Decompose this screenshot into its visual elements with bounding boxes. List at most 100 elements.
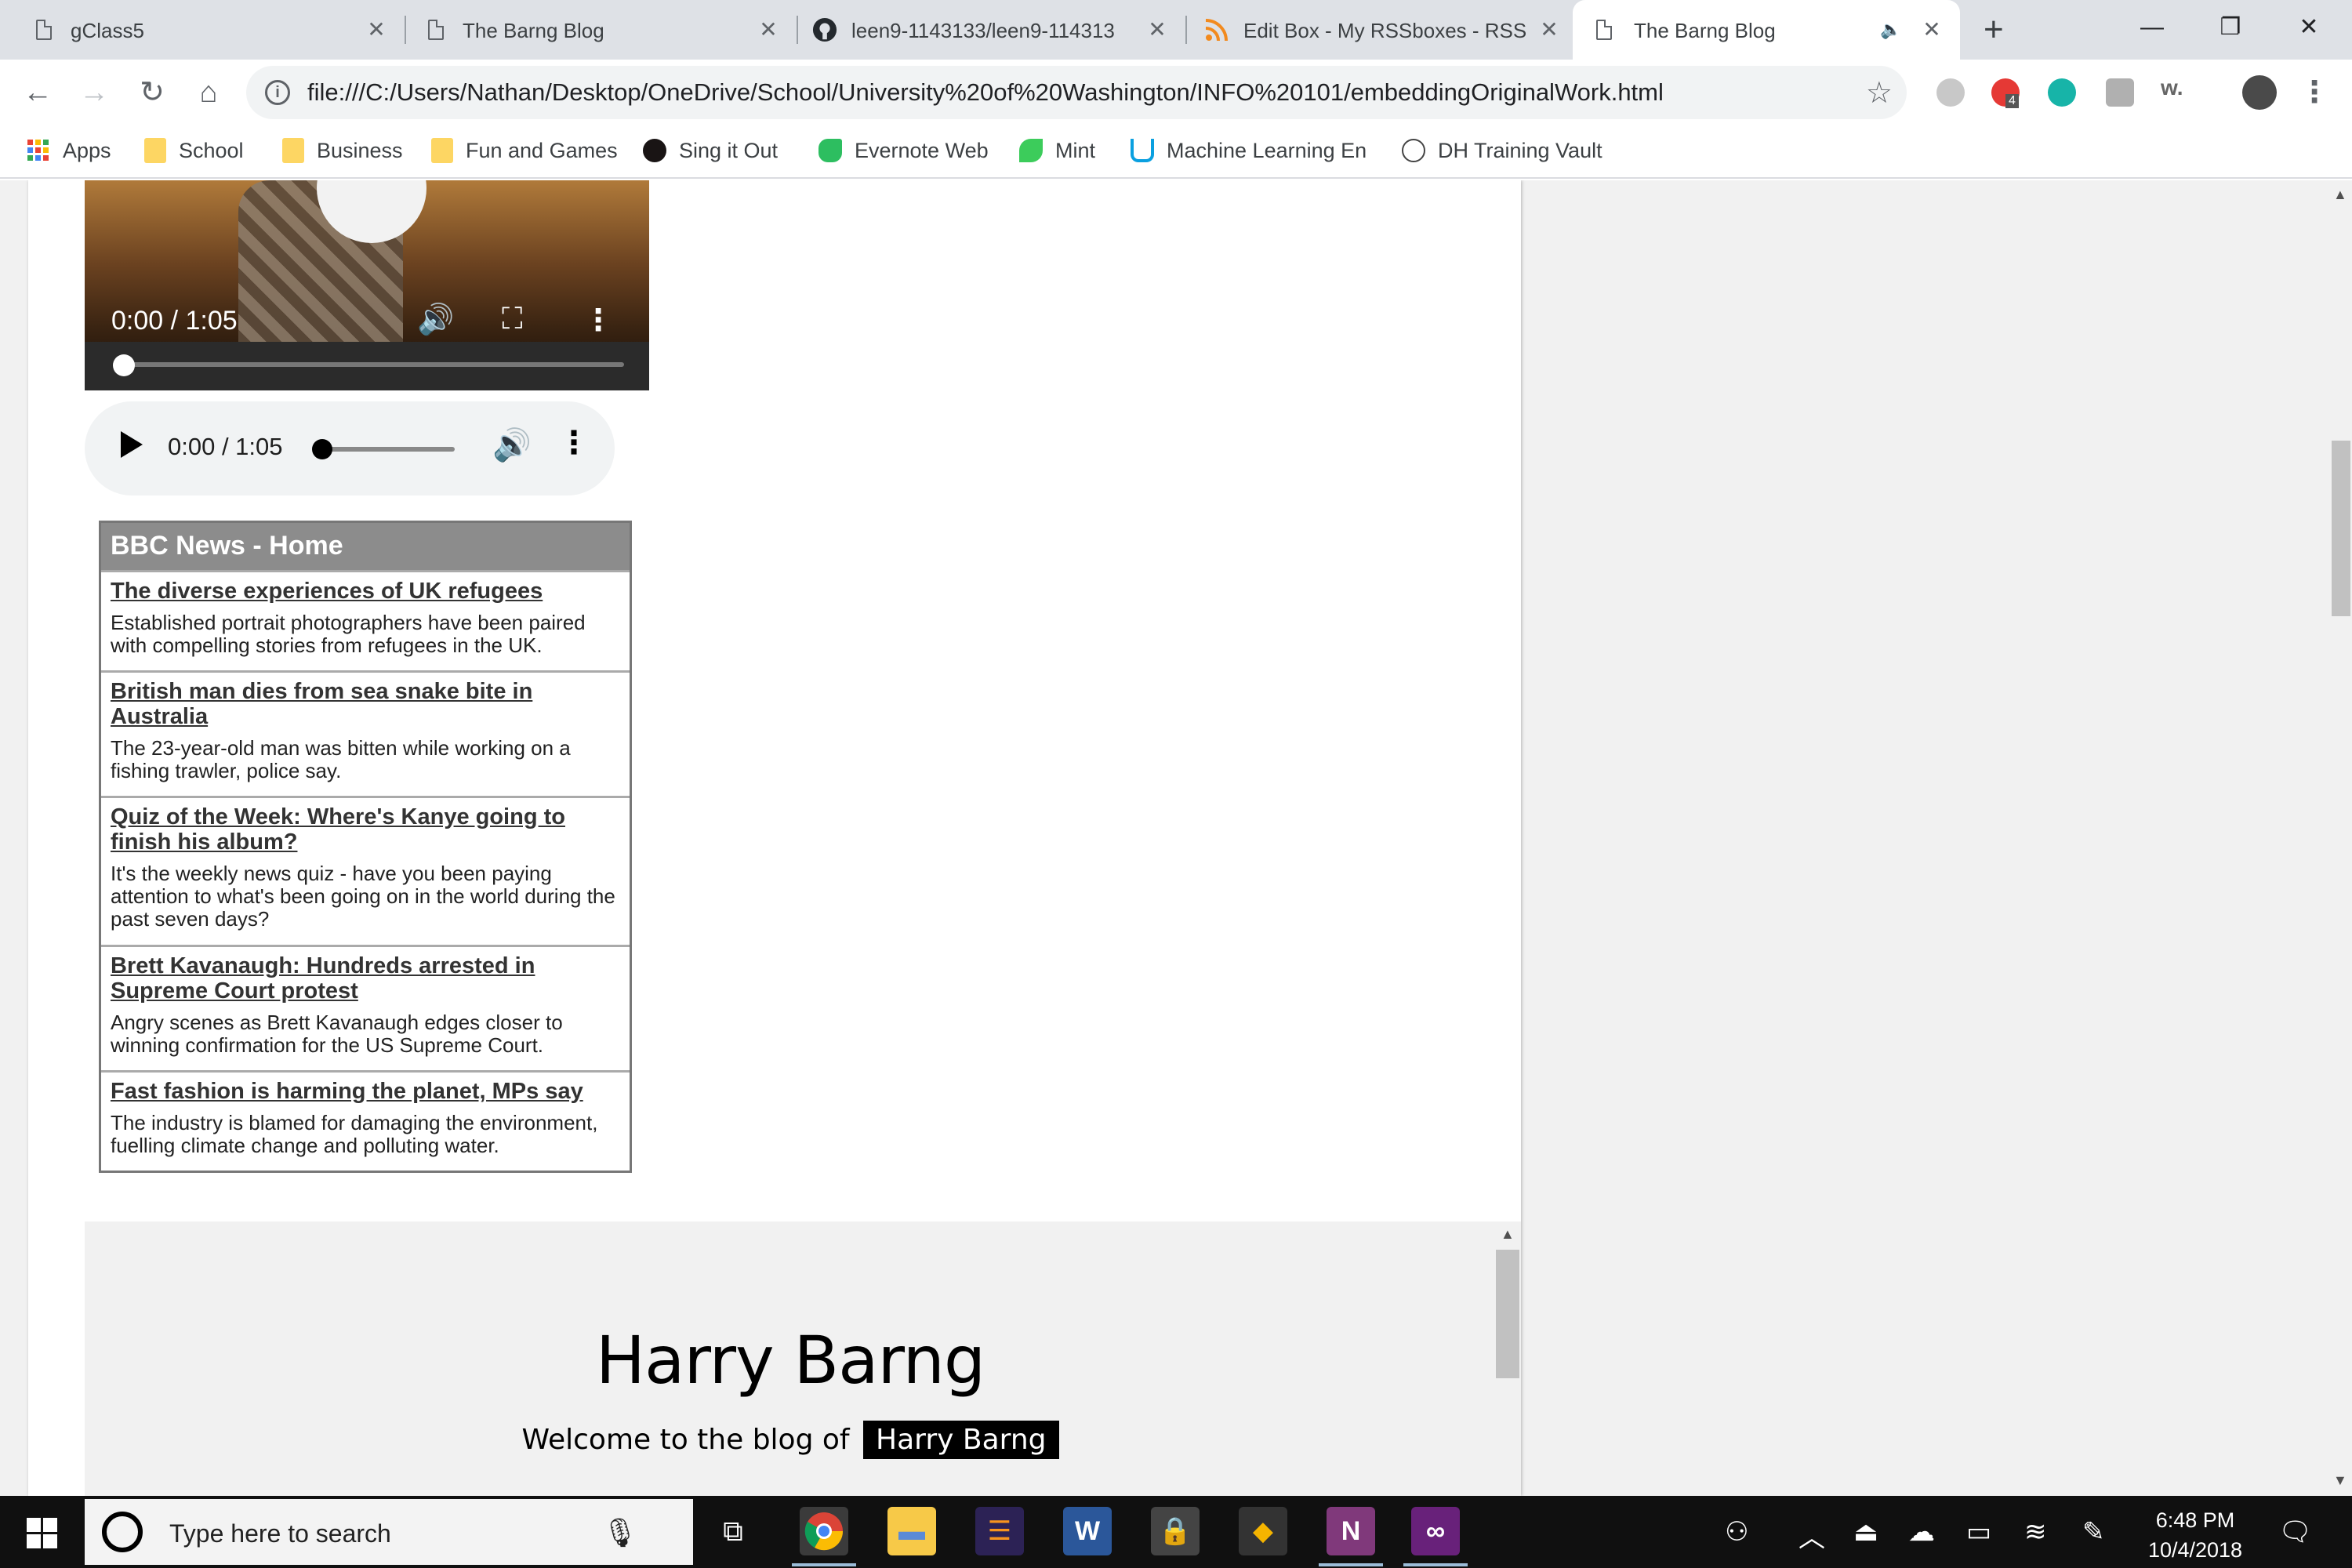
video-progress-handle[interactable] bbox=[113, 354, 135, 376]
show-hidden-icons-chevron-icon[interactable]: ︿ bbox=[1798, 1516, 1825, 1555]
bookmark-label: Mint bbox=[1055, 138, 1096, 162]
onenote-icon[interactable]: N bbox=[1319, 1507, 1383, 1566]
forward-icon[interactable]: → bbox=[77, 75, 111, 110]
page-viewport: 0:00 / 1:05 🔊 ⛶ ⋮ 0:00 / 1:05 🔊 ⋮ BBC Ne… bbox=[0, 180, 2328, 1496]
bookmark-evernote[interactable]: Evernote Web bbox=[818, 135, 989, 166]
tab-barng-blog[interactable]: The Barng Blog ✕ bbox=[423, 0, 792, 60]
bookmark-label: Business bbox=[317, 138, 403, 162]
reload-icon[interactable]: ↻ bbox=[135, 75, 169, 110]
close-window-button[interactable]: ✕ bbox=[2274, 8, 2344, 47]
speaker-icon[interactable]: 🔈 bbox=[1878, 17, 1904, 42]
bookmark-star-icon[interactable]: ☆ bbox=[1866, 75, 1893, 111]
more-options-icon[interactable]: ⋮ bbox=[558, 425, 590, 461]
windows-start-icon[interactable] bbox=[27, 1518, 58, 1549]
volume-icon[interactable]: 🔊 bbox=[492, 426, 532, 463]
rss-item-link[interactable]: Quiz of the Week: Where's Kanye going to… bbox=[111, 804, 620, 855]
bookmark-machine-learning[interactable]: Machine Learning En bbox=[1131, 135, 1374, 166]
tab-title: leen9-1143133/leen9-114313 bbox=[851, 19, 1115, 42]
tab-rssboxes[interactable]: Edit Box - My RSSboxes - RSS ✕ bbox=[1204, 0, 1573, 60]
new-tab-button[interactable]: + bbox=[1984, 13, 2004, 47]
bookmark-mint[interactable]: Mint bbox=[1019, 135, 1095, 166]
address-bar[interactable]: i file:///C:/Users/Nathan/Desktop/OneDri… bbox=[246, 66, 1907, 119]
tab-gclass5[interactable]: gClass5 ✕ bbox=[31, 0, 400, 60]
document-icon bbox=[1592, 17, 1617, 42]
visual-studio-icon[interactable]: ∞ bbox=[1403, 1507, 1468, 1566]
w-extension-icon[interactable]: w. bbox=[2161, 75, 2200, 103]
audio-progress-bar[interactable] bbox=[320, 447, 455, 452]
bookmark-business[interactable]: Business bbox=[282, 135, 403, 166]
onedrive-icon[interactable]: ☁ bbox=[1908, 1516, 1935, 1548]
minimize-button[interactable]: — bbox=[2117, 8, 2187, 47]
folder-icon bbox=[282, 138, 304, 163]
bookmark-school[interactable]: School bbox=[144, 135, 244, 166]
git-app-icon[interactable]: ◆ bbox=[1239, 1507, 1287, 1555]
close-tab-icon[interactable]: ✕ bbox=[1537, 17, 1562, 42]
fullscreen-icon[interactable]: ⛶ bbox=[502, 303, 523, 336]
bookmark-label: School bbox=[179, 138, 244, 162]
video-player[interactable]: 0:00 / 1:05 🔊 ⛶ ⋮ bbox=[85, 180, 649, 390]
spotify-icon bbox=[643, 139, 666, 162]
rss-item-link[interactable]: Brett Kavanaugh: Hundreds arrested in Su… bbox=[111, 953, 620, 1004]
audio-progress-handle[interactable] bbox=[312, 439, 332, 459]
scroll-up-arrow-icon[interactable]: ▲ bbox=[1501, 1226, 1515, 1243]
bookmark-label: DH Training Vault bbox=[1438, 138, 1602, 162]
restore-button[interactable]: ❐ bbox=[2195, 8, 2266, 47]
close-tab-icon[interactable]: ✕ bbox=[1919, 17, 1944, 42]
battery-icon[interactable]: ▭ bbox=[1966, 1516, 1991, 1548]
frame-scrollbar[interactable]: ▲ bbox=[1493, 1221, 1521, 1496]
video-progress-bar[interactable] bbox=[122, 362, 624, 367]
home-icon[interactable]: ⌂ bbox=[191, 75, 226, 110]
tab-strip: gClass5 ✕ The Barng Blog ✕ leen9-1143133… bbox=[0, 0, 2352, 60]
gray-extension-icon[interactable] bbox=[2106, 78, 2134, 107]
wifi-icon[interactable]: ≋ bbox=[2024, 1516, 2047, 1548]
people-icon[interactable]: ⚇ bbox=[1725, 1516, 1748, 1548]
play-icon[interactable] bbox=[121, 431, 143, 458]
tab-github[interactable]: leen9-1143133/leen9-114313 ✕ bbox=[812, 0, 1181, 60]
bookmark-fun-and-games[interactable]: Fun and Games bbox=[431, 135, 618, 166]
page-scrollbar[interactable]: ▲ ▼ bbox=[2328, 180, 2352, 1496]
scroll-up-arrow-icon[interactable]: ▲ bbox=[2333, 187, 2347, 203]
profile-avatar[interactable] bbox=[2242, 75, 2277, 110]
bookmark-label: Sing it Out bbox=[679, 138, 779, 162]
rss-item-link[interactable]: The diverse experiences of UK refugees bbox=[111, 579, 620, 604]
lock-app-icon[interactable]: 🔒 bbox=[1151, 1507, 1200, 1555]
rss-item-link[interactable]: Fast fashion is harming the planet, MPs … bbox=[111, 1079, 620, 1104]
bookmark-dh-training-vault[interactable]: DH Training Vault bbox=[1402, 135, 1602, 166]
back-icon[interactable]: ← bbox=[20, 75, 55, 110]
menu-icon[interactable]: ⋮ bbox=[2297, 75, 2332, 110]
cortana-icon[interactable] bbox=[102, 1512, 143, 1552]
close-tab-icon[interactable]: ✕ bbox=[364, 17, 389, 42]
frame-scrollbar-thumb[interactable] bbox=[1496, 1250, 1519, 1378]
rss-item-link[interactable]: British man dies from sea snake bite in … bbox=[111, 679, 620, 729]
blog-welcome: Welcome to the blog of Harry Barng bbox=[85, 1421, 1496, 1459]
chrome-app-icon[interactable] bbox=[792, 1507, 856, 1566]
file-explorer-icon[interactable]: ▬ bbox=[887, 1507, 936, 1555]
info-icon[interactable]: i bbox=[265, 80, 290, 105]
bookmark-label: Machine Learning En bbox=[1167, 138, 1367, 162]
close-tab-icon[interactable]: ✕ bbox=[1145, 17, 1170, 42]
word-icon[interactable]: W bbox=[1063, 1507, 1112, 1555]
task-view-icon[interactable]: ⧉ bbox=[709, 1507, 757, 1555]
eclipse-icon[interactable]: ☰ bbox=[975, 1507, 1024, 1555]
tab-barng-blog-active[interactable]: The Barng Blog 🔈 ✕ bbox=[1573, 0, 1960, 60]
page-scrollbar-thumb[interactable] bbox=[2332, 441, 2350, 616]
volume-icon[interactable]: 🔊 bbox=[417, 303, 454, 337]
extension-badge-icon[interactable]: 4 bbox=[1991, 78, 2020, 108]
taskbar-clock[interactable]: 6:48 PM 10/4/2018 bbox=[2117, 1505, 2274, 1565]
pen-workspace-icon[interactable]: ✎ bbox=[2082, 1516, 2105, 1548]
shield-extension-icon[interactable] bbox=[1936, 78, 1965, 107]
teal-extension-icon[interactable] bbox=[2048, 78, 2076, 107]
notification-center-icon[interactable]: 🗨 bbox=[2278, 1516, 2312, 1548]
display-icon[interactable]: ⏏ bbox=[1853, 1516, 1878, 1548]
close-tab-icon[interactable]: ✕ bbox=[756, 17, 781, 42]
bookmark-apps[interactable]: Apps bbox=[27, 135, 111, 166]
more-options-icon[interactable]: ⋮ bbox=[583, 303, 613, 338]
welcome-text: Welcome to the blog of bbox=[521, 1424, 850, 1456]
search-placeholder: Type here to search bbox=[169, 1519, 391, 1548]
udacity-icon bbox=[1131, 139, 1154, 162]
scroll-down-arrow-icon[interactable]: ▼ bbox=[2333, 1472, 2347, 1489]
taskbar-search-box[interactable]: Type here to search 🎙 bbox=[85, 1499, 693, 1565]
microphone-icon[interactable]: 🎙 bbox=[602, 1516, 638, 1549]
bookmark-sing-it-out[interactable]: Sing it Out bbox=[643, 135, 778, 166]
url-text[interactable]: file:///C:/Users/Nathan/Desktop/OneDrive… bbox=[307, 78, 1664, 107]
